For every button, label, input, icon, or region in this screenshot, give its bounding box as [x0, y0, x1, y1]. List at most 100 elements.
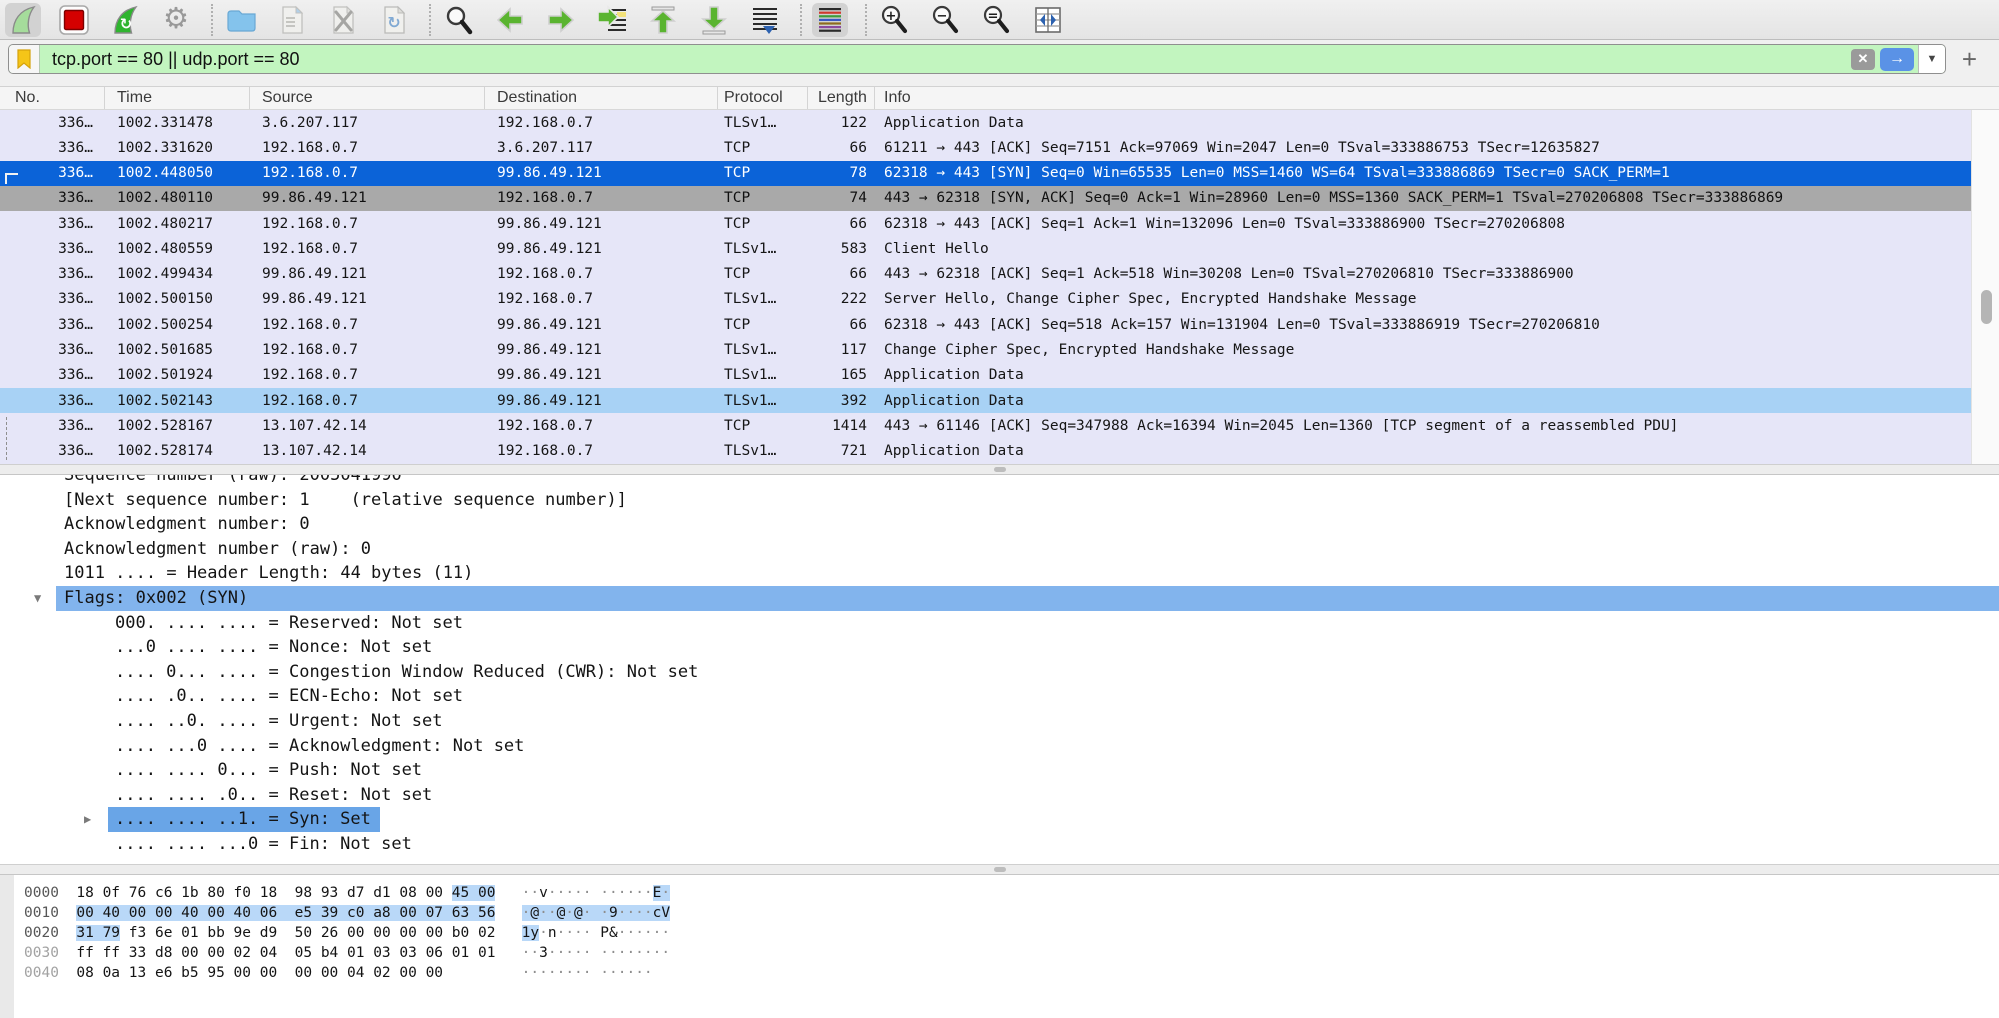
packet-row[interactable]: 336…1002.502143192.168.0.799.86.49.121TL…	[0, 388, 1972, 413]
packet-row[interactable]: 336…1002.331620192.168.0.73.6.207.117TCP…	[0, 135, 1972, 160]
detail-line-text: .... .... .0.. = Reset: Not set	[115, 783, 432, 808]
hex-row[interactable]: 0000 18 0f 76 c6 1b 80 f0 18 98 93 d7 d1…	[24, 883, 1999, 903]
display-filter-input[interactable]: tcp.port == 80 || udp.port == 80	[52, 49, 1851, 70]
filter-toolbar: tcp.port == 80 || udp.port == 80 ✕ → ▼ +	[0, 40, 1999, 87]
filter-dropdown-button[interactable]: ▼	[1918, 45, 1945, 73]
packet-cell-src: 99.86.49.121	[250, 291, 485, 307]
detail-line[interactable]: ▶.... .... ..1. = Syn: Set	[0, 807, 1999, 832]
go-forward-button[interactable]	[543, 3, 579, 37]
packet-list-scrollbar[interactable]	[1971, 110, 1999, 464]
go-back-button[interactable]	[492, 3, 528, 37]
stop-capture-button[interactable]	[56, 3, 92, 37]
packet-row[interactable]: 336…1002.50015099.86.49.121192.168.0.7TL…	[0, 287, 1972, 312]
packet-row[interactable]: 336…1002.52817413.107.42.14192.168.0.7TL…	[0, 438, 1972, 463]
packet-cell-info: 443 → 61146 [ACK] Seq=347988 Ack=16394 W…	[875, 418, 1972, 434]
hex-row[interactable]: 0020 31 79 f3 6e 01 bb 9e d9 50 26 00 00…	[24, 923, 1999, 943]
hex-ascii: ·	[609, 965, 618, 981]
packet-cell-src: 3.6.207.117	[250, 115, 485, 131]
packet-row[interactable]: 336…1002.49943499.86.49.121192.168.0.7TC…	[0, 262, 1972, 287]
detail-line[interactable]: 000. .... .... = Reserved: Not set	[0, 611, 1999, 636]
packet-cell-time: 1002.331620	[105, 140, 250, 156]
packet-row[interactable]: 336…1002.480217192.168.0.799.86.49.121TC…	[0, 211, 1972, 236]
packet-cell-dst: 99.86.49.121	[485, 367, 718, 383]
packet-row[interactable]: 336…1002.480559192.168.0.799.86.49.121TL…	[0, 236, 1972, 261]
detail-line[interactable]: .... .0.. .... = ECN-Echo: Not set	[0, 684, 1999, 709]
packet-row[interactable]: 336…1002.3314783.6.207.117192.168.0.7TLS…	[0, 110, 1972, 135]
detail-line[interactable]: .... .... 0... = Push: Not set	[0, 758, 1999, 783]
go-to-bottom-button[interactable]	[696, 3, 732, 37]
column-header-time[interactable]: Time	[105, 87, 250, 109]
go-to-packet-button[interactable]	[594, 3, 630, 37]
filter-apply-button[interactable]: →	[1880, 48, 1914, 71]
detail-line[interactable]: Acknowledgment number: 0	[0, 512, 1999, 537]
filter-bookmark-button[interactable]	[9, 45, 40, 73]
expander-down-icon[interactable]: ▼	[34, 586, 41, 611]
packet-cell-proto: TCP	[718, 266, 808, 282]
column-header-protocol[interactable]: Protocol	[718, 87, 808, 109]
packet-row[interactable]: 336…1002.48011099.86.49.121192.168.0.7TC…	[0, 186, 1972, 211]
filter-clear-button[interactable]: ✕	[1851, 49, 1875, 70]
hex-row[interactable]: 0030 ff ff 33 d8 00 00 02 04 05 b4 01 03…	[24, 943, 1999, 963]
zoom-reset-button[interactable]: =	[979, 3, 1015, 37]
column-header-length[interactable]: Length	[808, 87, 875, 109]
find-packet-button[interactable]	[441, 3, 477, 37]
column-header-destination[interactable]: Destination	[485, 87, 718, 109]
packet-cell-src: 192.168.0.7	[250, 216, 485, 232]
column-header-source[interactable]: Source	[250, 87, 485, 109]
column-header-info[interactable]: Info	[875, 87, 1999, 109]
packet-cell-proto: TCP	[718, 190, 808, 206]
zoom-in-button[interactable]: +	[877, 3, 913, 37]
splitter-list-details[interactable]	[0, 464, 1999, 475]
auto-scroll-button[interactable]	[747, 3, 783, 37]
detail-line-text: Acknowledgment number (raw): 0	[64, 537, 371, 562]
resize-columns-button[interactable]	[1030, 3, 1066, 37]
detail-line[interactable]: Sequence number (raw): 2005041990	[0, 475, 1999, 488]
packet-row[interactable]: 336…1002.501924192.168.0.799.86.49.121TL…	[0, 363, 1972, 388]
zoom-out-button[interactable]: −	[928, 3, 964, 37]
packet-cell-src: 192.168.0.7	[250, 140, 485, 156]
expander-right-icon[interactable]: ▶	[84, 807, 91, 832]
detail-line[interactable]: 1011 .... = Header Length: 44 bytes (11)	[0, 561, 1999, 586]
packet-row[interactable]: 336…1002.501685192.168.0.799.86.49.121TL…	[0, 337, 1972, 362]
hex-ascii: ·	[583, 965, 592, 981]
close-file-button[interactable]	[325, 3, 361, 37]
packet-cell-info: 62318 → 443 [SYN] Seq=0 Win=65535 Len=0 …	[875, 165, 1972, 181]
scrollbar-thumb[interactable]	[1981, 290, 1992, 324]
packet-row[interactable]: 336…1002.52816713.107.42.14192.168.0.7TC…	[0, 413, 1972, 438]
hex-ascii: V	[661, 905, 670, 921]
detail-line[interactable]: .... 0... .... = Congestion Window Reduc…	[0, 660, 1999, 685]
zoom-reset-icon: =	[981, 4, 1013, 36]
go-to-top-button[interactable]	[645, 3, 681, 37]
detail-line[interactable]: Acknowledgment number (raw): 0	[0, 537, 1999, 562]
detail-line[interactable]: .... ..0. .... = Urgent: Not set	[0, 709, 1999, 734]
detail-line-text: Sequence number (raw): 2005041990	[64, 475, 402, 488]
detail-line[interactable]: .... .... ...0 = Fin: Not set	[0, 832, 1999, 857]
start-capture-button[interactable]	[5, 3, 41, 37]
colorize-button[interactable]	[812, 3, 848, 37]
open-file-button[interactable]	[223, 3, 259, 37]
packet-row[interactable]: 336…1002.448050192.168.0.799.86.49.121TC…	[0, 161, 1972, 186]
packet-cell-len: 66	[808, 266, 875, 282]
restart-capture-button[interactable]: ↻	[107, 3, 143, 37]
detail-line[interactable]: [Next sequence number: 1 (relative seque…	[0, 488, 1999, 513]
detail-line[interactable]: ...0 .... .... = Nonce: Not set	[0, 635, 1999, 660]
splitter-details-bytes[interactable]	[0, 864, 1999, 875]
packet-cell-len: 117	[808, 342, 875, 358]
capture-options-button[interactable]: ⚙	[158, 3, 194, 37]
hex-ascii: @	[574, 905, 583, 921]
detail-line[interactable]: ▼Flags: 0x002 (SYN)	[0, 586, 1999, 611]
display-filter-field[interactable]: tcp.port == 80 || udp.port == 80 ✕ → ▼	[8, 44, 1946, 74]
detail-line[interactable]: .... ...0 .... = Acknowledgment: Not set	[0, 734, 1999, 759]
detail-line[interactable]: .... .... .0.. = Reset: Not set	[0, 783, 1999, 808]
reload-file-button[interactable]: ↻	[376, 3, 412, 37]
hex-offset: 0020	[24, 925, 59, 941]
hex-row[interactable]: 0040 08 0a 13 e6 b5 95 00 00 00 00 04 02…	[24, 963, 1999, 983]
hex-ascii	[592, 905, 601, 921]
packet-row[interactable]: 336…1002.500254192.168.0.799.86.49.121TC…	[0, 312, 1972, 337]
packet-cell-no: 336…	[0, 317, 105, 333]
packet-cell-no: 336…	[0, 115, 105, 131]
save-file-button[interactable]	[274, 3, 310, 37]
hex-row[interactable]: 0010 00 40 00 00 40 00 40 06 e5 39 c0 a8…	[24, 903, 1999, 923]
filter-add-button[interactable]: +	[1962, 46, 1977, 73]
column-header-no[interactable]: No.	[0, 87, 105, 109]
